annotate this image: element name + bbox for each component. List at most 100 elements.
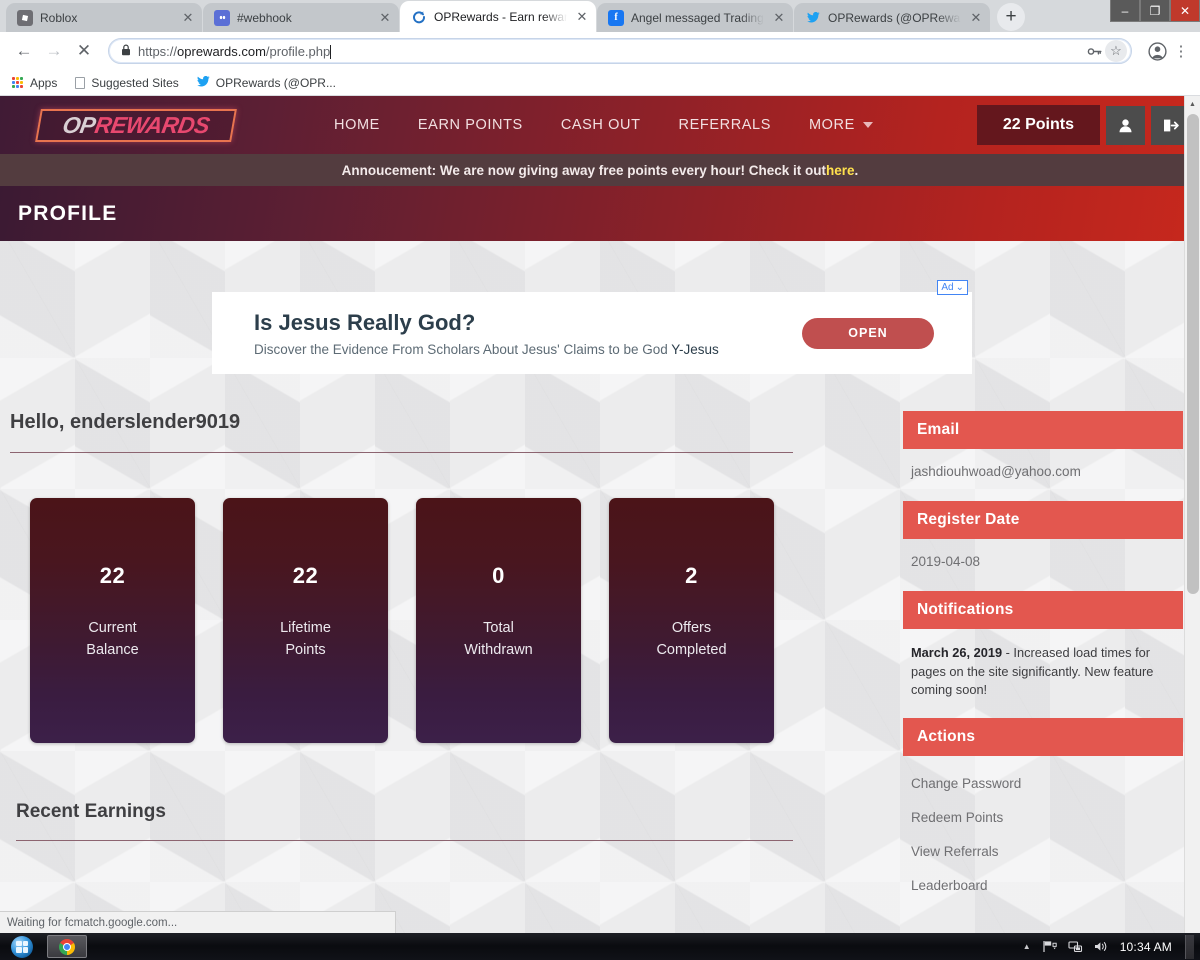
bookmark-apps[interactable]: Apps bbox=[12, 76, 57, 90]
stat-label-line2: Completed bbox=[656, 642, 727, 659]
bookmark-label: OPRewards (@OPR... bbox=[215, 75, 336, 90]
action-redeem-points[interactable]: Redeem Points bbox=[911, 802, 1183, 836]
sidebar-heading-email: Email bbox=[903, 411, 1183, 449]
close-icon[interactable]: ✕ bbox=[180, 10, 196, 26]
nav-item-referrals[interactable]: REFERRALS bbox=[679, 117, 771, 133]
browser-tab-twitter[interactable]: OPRewards (@OPReward) | T ✕ bbox=[794, 3, 990, 32]
close-icon[interactable]: ✕ bbox=[968, 10, 984, 26]
taskbar-item-chrome[interactable] bbox=[47, 935, 87, 958]
stat-label-line1: Lifetime bbox=[280, 620, 331, 636]
web-page: OP REWARDS HOME EARN POINTS CASH OUT REFE… bbox=[0, 96, 1200, 933]
stop-button[interactable]: ✕ bbox=[70, 37, 98, 65]
roblox-icon bbox=[17, 9, 33, 26]
action-leaderboard[interactable]: Leaderboard bbox=[911, 870, 1183, 904]
volume-icon[interactable] bbox=[1094, 940, 1109, 953]
show-desktop-button[interactable] bbox=[1185, 934, 1194, 959]
status-bar: Waiting for fcmatch.google.com... bbox=[0, 911, 396, 933]
close-icon[interactable]: ✕ bbox=[574, 9, 590, 25]
ad-title: Is Jesus Really God? bbox=[254, 309, 476, 335]
stat-label-line2: Withdrawn bbox=[464, 642, 533, 659]
bookmark-label: Suggested Sites bbox=[91, 75, 179, 90]
tab-title: #webhook bbox=[237, 10, 292, 25]
browser-tab-oprewards[interactable]: OPRewards - Earn rewards fo ✕ bbox=[400, 1, 596, 32]
scroll-up-arrow-icon[interactable]: ▲ bbox=[1185, 96, 1200, 112]
sidebar-actions-list: Change Password Redeem Points View Refer… bbox=[903, 756, 1183, 904]
browser-tab-roblox[interactable]: Roblox ✕ bbox=[6, 3, 202, 32]
chrome-icon bbox=[59, 938, 75, 955]
stat-card-current-balance: 22 Current Balance bbox=[30, 498, 195, 743]
bookmark-oprewards-twitter[interactable]: OPRewards (@OPR... bbox=[196, 75, 336, 90]
advertisement[interactable]: Ad ⌄ Is Jesus Really God? Discover the Ev… bbox=[212, 280, 972, 374]
password-key-icon[interactable] bbox=[1083, 40, 1105, 62]
nav-item-more[interactable]: MORE bbox=[809, 117, 873, 133]
start-button[interactable] bbox=[7, 935, 37, 959]
browser-window: Roblox ✕ #webhook ✕ OPRewards - Earn rew… bbox=[0, 0, 1200, 933]
clock[interactable]: 10:34 AM bbox=[1120, 940, 1172, 954]
scrollbar-thumb[interactable] bbox=[1187, 114, 1199, 594]
facebook-icon: f bbox=[608, 9, 624, 26]
back-button[interactable]: ← bbox=[10, 37, 38, 65]
points-balance-button[interactable]: 22 Points bbox=[976, 105, 1100, 145]
nav-item-home[interactable]: HOME bbox=[334, 117, 380, 133]
close-window-button[interactable]: ✕ bbox=[1170, 0, 1200, 22]
profile-avatar-icon[interactable] bbox=[1146, 40, 1168, 62]
user-icon[interactable] bbox=[1106, 105, 1145, 145]
ad-badge[interactable]: Ad ⌄ bbox=[937, 280, 968, 295]
bookmark-star-icon[interactable]: ☆ bbox=[1105, 40, 1127, 62]
logo-text-op: OP bbox=[60, 111, 98, 138]
nav-item-earn-points[interactable]: EARN POINTS bbox=[418, 117, 523, 133]
action-center-icon[interactable] bbox=[1042, 940, 1057, 953]
text-cursor bbox=[330, 44, 332, 59]
ad-subtitle-text: Discover the Evidence From Scholars Abou… bbox=[254, 341, 672, 357]
new-tab-button[interactable]: + bbox=[997, 3, 1025, 31]
network-icon[interactable] bbox=[1068, 940, 1083, 953]
announcement-suffix: . bbox=[854, 162, 859, 178]
page-scrollbar[interactable]: ▲ bbox=[1184, 96, 1200, 933]
site-logo[interactable]: OP REWARDS bbox=[35, 108, 237, 142]
address-bar[interactable]: https://oprewards.com/profile.php ☆ bbox=[108, 38, 1132, 64]
page-title-banner: PROFILE bbox=[0, 186, 1200, 241]
windows-taskbar: ▲ 10:34 AM bbox=[0, 933, 1200, 960]
oprewards-icon bbox=[411, 9, 427, 25]
window-controls: – ❐ ✕ bbox=[1110, 0, 1200, 22]
browser-tab-facebook[interactable]: f Angel messaged Trading Ro ✕ bbox=[597, 3, 793, 32]
sidebar-value-notification: March 26, 2019 - Increased load times fo… bbox=[903, 629, 1183, 700]
url-path: /profile.php bbox=[265, 43, 331, 59]
announcement-text: Annoucement: We are now giving away free… bbox=[341, 162, 827, 178]
greeting-heading: Hello, enderslender9019 bbox=[10, 411, 241, 433]
browser-menu-icon[interactable]: ⋮ bbox=[1172, 42, 1190, 60]
action-change-password[interactable]: Change Password bbox=[911, 768, 1183, 802]
bookmark-suggested-sites[interactable]: Suggested Sites bbox=[75, 75, 179, 90]
discord-icon bbox=[214, 9, 230, 26]
browser-tab-webhook[interactable]: #webhook ✕ bbox=[203, 3, 399, 32]
stat-value: 22 bbox=[99, 563, 126, 588]
tab-strip: Roblox ✕ #webhook ✕ OPRewards - Earn rew… bbox=[0, 0, 1200, 32]
ad-brand: Y-Jesus bbox=[671, 341, 719, 357]
stat-value: 0 bbox=[492, 563, 505, 588]
show-hidden-icons-icon[interactable]: ▲ bbox=[1023, 942, 1031, 951]
ad-container: Ad ⌄ Is Jesus Really God? Discover the Ev… bbox=[0, 241, 1200, 374]
forward-button[interactable]: → bbox=[40, 37, 68, 65]
close-icon[interactable]: ✕ bbox=[377, 10, 393, 26]
minimize-button[interactable]: – bbox=[1110, 0, 1140, 22]
twitter-icon bbox=[196, 75, 210, 90]
lock-icon bbox=[121, 44, 131, 59]
page-title: PROFILE bbox=[18, 201, 118, 225]
stat-label-line2: Points bbox=[285, 642, 326, 659]
windows-logo-icon bbox=[11, 935, 33, 958]
stat-label: Offers Completed bbox=[656, 617, 726, 662]
action-view-referrals[interactable]: View Referrals bbox=[911, 836, 1183, 870]
stat-cards: 22 Current Balance 22 Lifetime Points 0 … bbox=[30, 498, 893, 743]
announcement-link[interactable]: here bbox=[826, 163, 855, 178]
stat-value: 22 bbox=[292, 563, 319, 588]
site-nav-right: 22 Points bbox=[976, 105, 1190, 145]
profile-sidebar: Email jashdiouhwoad@yahoo.com Register D… bbox=[893, 411, 1183, 904]
stat-card-offers-completed: 2 Offers Completed bbox=[609, 498, 774, 743]
maximize-button[interactable]: ❐ bbox=[1140, 0, 1170, 22]
url-host: oprewards.com bbox=[177, 43, 266, 59]
ad-open-button[interactable]: OPEN bbox=[802, 317, 934, 349]
nav-item-cash-out[interactable]: CASH OUT bbox=[561, 117, 641, 133]
close-icon[interactable]: ✕ bbox=[771, 10, 787, 26]
stat-card-total-withdrawn: 0 Total Withdrawn bbox=[416, 498, 581, 743]
bookmarks-bar: Apps Suggested Sites OPRewards (@OPR... bbox=[0, 70, 1200, 96]
